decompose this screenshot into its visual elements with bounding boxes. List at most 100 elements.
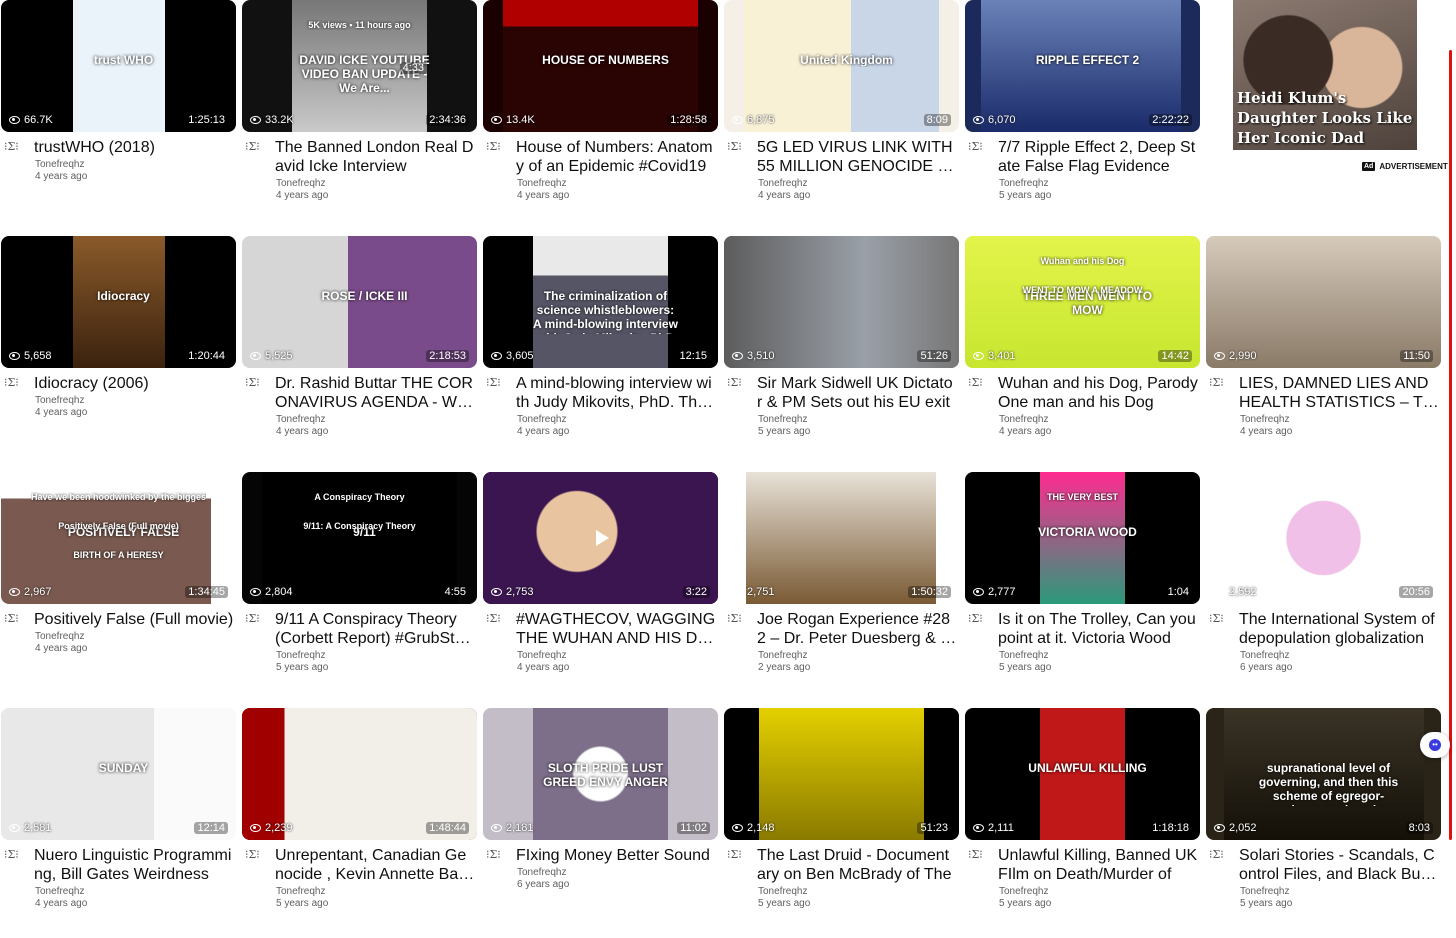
- video-card[interactable]: SLOTH PRIDE LUST GREED ENVY ANGER 2,181 11…: [482, 708, 719, 938]
- video-thumbnail[interactable]: 2,990 11:50: [1206, 236, 1441, 368]
- video-title[interactable]: Sir Mark Sidwell UK Dictator & PM Sets o…: [757, 374, 957, 412]
- channel-name[interactable]: Tonefreqhz: [517, 178, 566, 189]
- video-title[interactable]: LIES, DAMNED LIES AND HEALTH STATISTICS …: [1239, 374, 1439, 412]
- user-avatar-icon[interactable]: ⁝Σ⁝: [727, 140, 751, 156]
- channel-name[interactable]: Tonefreqhz: [276, 178, 325, 189]
- video-card[interactable]: 2,148 51:23 ⁝Σ⁝ The Last Druid - Documentar…: [723, 708, 960, 938]
- video-thumbnail[interactable]: DAVID ICKE YOUTUBE VIDEO BAN UPDATE - We…: [242, 0, 477, 132]
- video-card[interactable]: 2,751 1:50:32 ⁝Σ⁝ Joe Rogan Experience #282…: [723, 472, 960, 702]
- video-title[interactable]: Is it on The Trolley, Can you point at i…: [998, 610, 1198, 648]
- video-card[interactable]: DAVID ICKE YOUTUBE VIDEO BAN UPDATE - We…: [241, 0, 478, 240]
- user-avatar-icon[interactable]: ⁝Σ⁝: [245, 376, 269, 392]
- channel-name[interactable]: Tonefreqhz: [276, 886, 325, 897]
- video-thumbnail[interactable]: 3,510 51:26: [724, 236, 959, 368]
- video-title[interactable]: 9/11 A Conspiracy Theory (Corbett Report…: [275, 610, 475, 648]
- user-avatar-icon[interactable]: ⁝Σ⁝: [4, 848, 28, 864]
- video-card[interactable]: 9/11 A Conspiracy Theory 9/11: A Conspirac…: [241, 472, 478, 702]
- video-title[interactable]: Solari Stories - Scandals, Control Files…: [1239, 846, 1439, 884]
- channel-name[interactable]: Tonefreqhz: [35, 886, 84, 897]
- video-card[interactable]: supranational level of governing, and th…: [1205, 708, 1442, 938]
- video-title[interactable]: Unlawful Killing, Banned UK FIlm on Deat…: [998, 846, 1198, 884]
- channel-name[interactable]: Tonefreqhz: [1240, 414, 1289, 425]
- video-title[interactable]: Wuhan and his Dog, Parody One man and hi…: [998, 374, 1198, 412]
- video-card[interactable]: 2,592 20:56 ⁝Σ⁝ The International System of…: [1205, 472, 1442, 702]
- video-thumbnail[interactable]: SLOTH PRIDE LUST GREED ENVY ANGER 2,181 11…: [483, 708, 718, 840]
- video-card[interactable]: Idiocracy 5,658 1:20:44 ⁝Σ⁝ Idiocracy (2006)…: [0, 236, 237, 466]
- video-card[interactable]: United Kingdom 6,875 8:09 ⁝Σ⁝ 5G LED VIRUS L…: [723, 0, 960, 240]
- video-title[interactable]: FIxing Money Better Sound: [516, 846, 716, 865]
- video-title[interactable]: The Last Druid - Documentary on Ben McBr…: [757, 846, 957, 884]
- video-card[interactable]: THREE MEN WENT TO MOW Wuhan and his Dog WE…: [964, 236, 1201, 466]
- channel-name[interactable]: Tonefreqhz: [1240, 650, 1289, 661]
- video-card[interactable]: RIPPLE EFFECT 2 6,070 2:22:22 ⁝Σ⁝ 7/7 Ripple…: [964, 0, 1201, 240]
- user-avatar-icon[interactable]: ⁝Σ⁝: [245, 612, 269, 628]
- channel-name[interactable]: Tonefreqhz: [758, 178, 807, 189]
- video-card[interactable]: 2,239 1:48:44 ⁝Σ⁝ Unrepentant, Canadian Gen…: [241, 708, 478, 938]
- user-avatar-icon[interactable]: ⁝Σ⁝: [245, 140, 269, 156]
- user-avatar-icon[interactable]: ⁝Σ⁝: [486, 140, 510, 156]
- channel-name[interactable]: Tonefreqhz: [999, 650, 1048, 661]
- ad-title[interactable]: Heidi Klum's Daughter Looks Like Her Ico…: [1237, 88, 1415, 148]
- channel-name[interactable]: Tonefreqhz: [1240, 886, 1289, 897]
- video-card[interactable]: POSITIVELY FALSE Have we been hoodwinked …: [0, 472, 237, 702]
- user-avatar-icon[interactable]: ⁝Σ⁝: [486, 848, 510, 864]
- video-thumbnail[interactable]: UNLAWFUL KILLING 2,111 1:18:18: [965, 708, 1200, 840]
- video-thumbnail[interactable]: RIPPLE EFFECT 2 6,070 2:22:22: [965, 0, 1200, 132]
- channel-name[interactable]: Tonefreqhz: [758, 414, 807, 425]
- video-thumbnail[interactable]: ROSE / ICKE III 5,525 2:18:53: [242, 236, 477, 368]
- video-card[interactable]: The criminalization of science whistlebl…: [482, 236, 719, 466]
- user-avatar-icon[interactable]: ⁝Σ⁝: [4, 140, 28, 156]
- video-thumbnail[interactable]: The criminalization of science whistlebl…: [483, 236, 718, 368]
- video-title[interactable]: trustWHO (2018): [34, 138, 234, 157]
- video-title[interactable]: Joe Rogan Experience #282 – Dr. Peter Du…: [757, 610, 957, 648]
- channel-name[interactable]: Tonefreqhz: [999, 178, 1048, 189]
- video-title[interactable]: The International System of depopulation…: [1239, 610, 1439, 648]
- user-avatar-icon[interactable]: ⁝Σ⁝: [727, 612, 751, 628]
- channel-name[interactable]: Tonefreqhz: [35, 159, 84, 170]
- video-card[interactable]: 2,753 3:22 ⁝Σ⁝ #WAGTHECOV, WAGGING THE WUHA…: [482, 472, 719, 702]
- floating-action-button[interactable]: ••: [1420, 732, 1450, 758]
- play-icon[interactable]: [595, 530, 609, 546]
- video-title[interactable]: Dr. Rashid Buttar THE CORONAVIRUS AGENDA…: [275, 374, 475, 412]
- video-thumbnail[interactable]: 2,751 1:50:32: [724, 472, 959, 604]
- video-thumbnail[interactable]: HOUSE OF NUMBERS 13.4K 1:28:58: [483, 0, 718, 132]
- video-card[interactable]: HOUSE OF NUMBERS 13.4K 1:28:58 ⁝Σ⁝ House of …: [482, 0, 719, 240]
- channel-name[interactable]: Tonefreqhz: [517, 650, 566, 661]
- channel-name[interactable]: Tonefreqhz: [999, 414, 1048, 425]
- ad-banner[interactable]: Heidi Klum's Daughter Looks Like Her Ico…: [1233, 0, 1417, 150]
- video-card[interactable]: 2,990 11:50 ⁝Σ⁝ LIES, DAMNED LIES AND HEALT…: [1205, 236, 1442, 466]
- video-thumbnail[interactable]: 2,753 3:22: [483, 472, 718, 604]
- user-avatar-icon[interactable]: ⁝Σ⁝: [968, 612, 992, 628]
- channel-name[interactable]: Tonefreqhz: [758, 650, 807, 661]
- channel-name[interactable]: Tonefreqhz: [276, 650, 325, 661]
- channel-name[interactable]: Tonefreqhz: [35, 395, 84, 406]
- video-thumbnail[interactable]: Idiocracy 5,658 1:20:44: [1, 236, 236, 368]
- user-avatar-icon[interactable]: ⁝Σ⁝: [1209, 376, 1233, 392]
- video-title[interactable]: #WAGTHECOV, WAGGING THE WUHAN AND HIS DO…: [516, 610, 716, 648]
- video-thumbnail[interactable]: THREE MEN WENT TO MOW Wuhan and his Dog WE…: [965, 236, 1200, 368]
- channel-name[interactable]: Tonefreqhz: [517, 867, 566, 878]
- video-card[interactable]: SUNDAY 2,581 12:14 ⁝Σ⁝ Nuero Linguistic Prog…: [0, 708, 237, 938]
- channel-name[interactable]: Tonefreqhz: [758, 886, 807, 897]
- video-thumbnail[interactable]: VICTORIA WOOD THE VERY BEST 2,777 1:04: [965, 472, 1200, 604]
- video-thumbnail[interactable]: 2,239 1:48:44: [242, 708, 477, 840]
- user-avatar-icon[interactable]: ⁝Σ⁝: [727, 848, 751, 864]
- user-avatar-icon[interactable]: ⁝Σ⁝: [968, 848, 992, 864]
- user-avatar-icon[interactable]: ⁝Σ⁝: [968, 140, 992, 156]
- video-thumbnail[interactable]: POSITIVELY FALSE Have we been hoodwinked …: [1, 472, 236, 604]
- video-thumbnail[interactable]: 2,592 20:56: [1206, 472, 1441, 604]
- channel-name[interactable]: Tonefreqhz: [35, 631, 84, 642]
- user-avatar-icon[interactable]: ⁝Σ⁝: [1209, 612, 1233, 628]
- scrollbar[interactable]: [1449, 50, 1452, 840]
- video-thumbnail[interactable]: United Kingdom 6,875 8:09: [724, 0, 959, 132]
- user-avatar-icon[interactable]: ⁝Σ⁝: [4, 612, 28, 628]
- channel-name[interactable]: Tonefreqhz: [517, 414, 566, 425]
- video-thumbnail[interactable]: SUNDAY 2,581 12:14: [1, 708, 236, 840]
- user-avatar-icon[interactable]: ⁝Σ⁝: [245, 848, 269, 864]
- video-title[interactable]: 5G LED VIRUS LINK WITH 55 MILLION GENOCI…: [757, 138, 957, 176]
- video-thumbnail[interactable]: 2,148 51:23: [724, 708, 959, 840]
- video-title[interactable]: House of Numbers: Anatomy of an Epidemic…: [516, 138, 716, 176]
- video-title[interactable]: 7/7 Ripple Effect 2, Deep State False Fl…: [998, 138, 1198, 176]
- video-card[interactable]: trust WHO 66.7K 1:25:13 ⁝Σ⁝ trustWHO (2018) T…: [0, 0, 237, 240]
- video-card[interactable]: 3,510 51:26 ⁝Σ⁝ Sir Mark Sidwell UK Dictato…: [723, 236, 960, 466]
